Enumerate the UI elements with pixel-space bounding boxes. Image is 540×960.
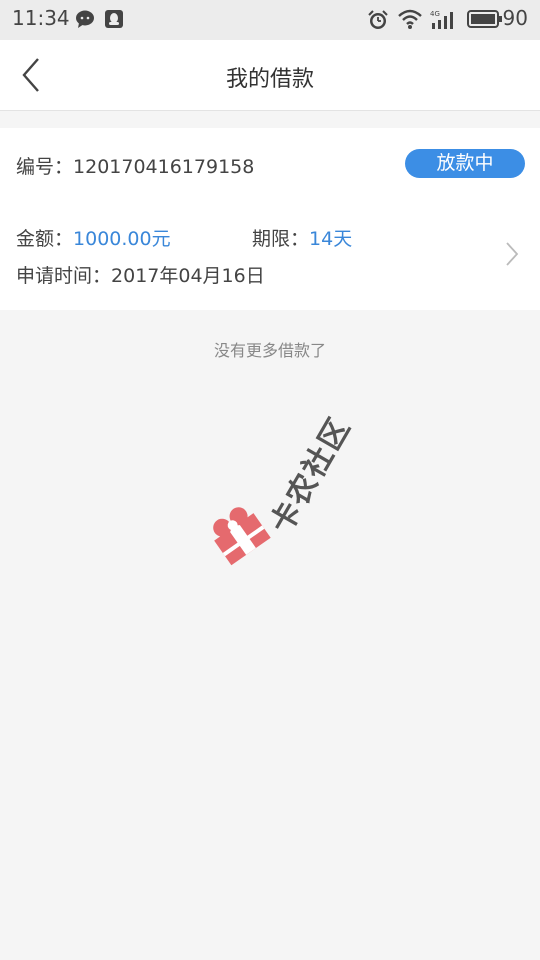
chevron-right-icon	[506, 242, 519, 266]
loan-status-badge: 放款中	[405, 149, 525, 178]
loan-card[interactable]: 编号：120170416179158 放款中 金额：1000.00元 期限：14…	[0, 128, 540, 310]
loan-amount-value: 1000.00元	[73, 228, 171, 250]
loan-term-row: 期限：14天	[252, 224, 352, 251]
network-type: 4G	[430, 10, 440, 18]
loan-amount-row: 金额：1000.00元	[16, 224, 171, 251]
section-divider	[0, 111, 540, 128]
chat-bubble-icon	[75, 9, 95, 29]
wifi-icon	[397, 8, 423, 34]
nav-bar: 我的借款	[0, 40, 540, 111]
page-title: 我的借款	[225, 67, 314, 92]
battery-icon	[467, 10, 503, 32]
loan-date-value: 2017年04月16日	[111, 265, 265, 287]
loan-amount-label: 金额：	[16, 228, 74, 250]
battery-level: 90	[502, 6, 528, 30]
status-bar: 11:34 4G 90	[0, 0, 540, 40]
no-more-loans-text: 没有更多借款了	[213, 341, 326, 360]
qq-penguin-icon	[104, 9, 124, 29]
signal-icon: 4G	[430, 8, 458, 34]
loan-term-label: 期限：	[252, 228, 310, 250]
watermark-logo: 卡农社区	[205, 390, 365, 580]
loan-number-row: 编号：120170416179158	[16, 152, 254, 179]
loan-number-value: 120170416179158	[73, 156, 255, 178]
loan-number-label: 编号：	[16, 156, 74, 178]
status-time: 11:34	[12, 6, 70, 30]
loan-term-value: 14天	[309, 228, 353, 250]
loan-date-row: 申请时间：2017年04月16日	[16, 261, 265, 288]
loan-date-label: 申请时间：	[16, 265, 112, 287]
alarm-icon	[367, 9, 389, 35]
